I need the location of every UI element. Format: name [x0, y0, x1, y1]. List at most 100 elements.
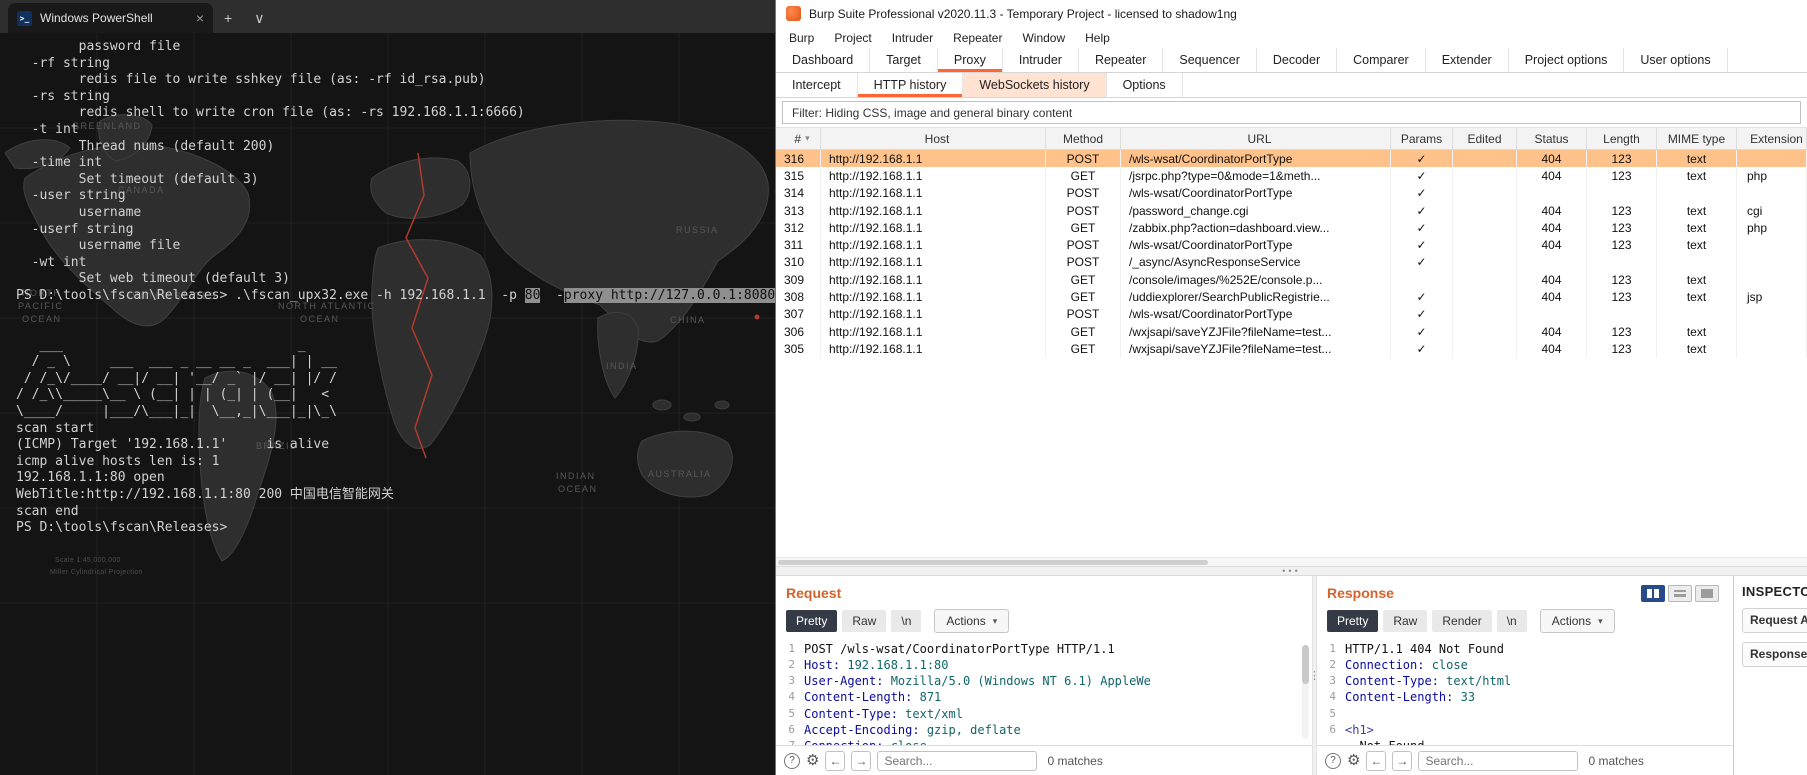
tab-dashboard[interactable]: Dashboard — [776, 48, 871, 72]
table-row[interactable]: 306 http://192.168.1.1 GET/wxjsapi/saveYZJ… — [776, 322, 1807, 341]
response-tab-render[interactable]: Render — [1432, 610, 1492, 633]
terminal-output: password file -rf string redis file to w… — [16, 39, 775, 537]
table-row[interactable]: 309 http://192.168.1.1 GET/console/images/… — [776, 271, 1807, 289]
tab-intruder[interactable]: Intruder — [1003, 48, 1079, 72]
subtab-http-history[interactable]: HTTP history — [857, 73, 964, 97]
menu-help[interactable]: Help — [1075, 27, 1120, 48]
line-number: 4 — [1329, 690, 1336, 704]
burp-window: Burp Suite Professional v2020.11.3 - Tem… — [775, 0, 1807, 775]
tab-dropdown-icon[interactable]: ∨ — [243, 3, 275, 33]
table-row[interactable]: 313 http://192.168.1.1 POST/password_chang… — [776, 201, 1807, 220]
cell-method: POST — [1046, 236, 1121, 254]
tab-comparer[interactable]: Comparer — [1337, 48, 1426, 72]
subtab-options[interactable]: Options — [1107, 73, 1183, 97]
editor-line: 1 HTTP/1.1 404 Not Found — [1317, 641, 1733, 657]
settings-gear-icon[interactable]: ⚙ — [1347, 753, 1360, 768]
menu-project[interactable]: Project — [824, 27, 881, 48]
column-header-url[interactable]: URL — [1121, 128, 1391, 149]
column-header-host[interactable]: Host — [821, 128, 1046, 149]
scrollbar-thumb[interactable] — [778, 559, 1208, 565]
terminal-tab[interactable]: >_ Windows PowerShell × — [8, 3, 213, 33]
cell-url: /console/images/%252E/console.p... — [1121, 271, 1391, 289]
layout-columns-button[interactable] — [1641, 584, 1665, 602]
cell-mime: text — [1657, 150, 1737, 168]
tab-close-icon[interactable]: × — [196, 11, 204, 25]
inspector-title: INSPECTOR — [1742, 583, 1807, 599]
response-editor[interactable]: 1 HTTP/1.1 404 Not Found 2 Connection: clos… — [1317, 641, 1733, 745]
response-tab-n[interactable]: \n — [1496, 610, 1527, 633]
menu-repeater[interactable]: Repeater — [943, 27, 1012, 48]
subtab-intercept[interactable]: Intercept — [776, 73, 858, 97]
column-header-method[interactable]: Method — [1046, 128, 1121, 149]
menu-window[interactable]: Window — [1012, 27, 1075, 48]
menu-intruder[interactable]: Intruder — [882, 27, 943, 48]
panel-splitter[interactable]: ••• — [776, 565, 1807, 576]
cell-params: ✓ — [1391, 253, 1453, 272]
tab-proxy[interactable]: Proxy — [937, 48, 1003, 72]
tab-project-options[interactable]: Project options — [1509, 48, 1625, 72]
request-panel-title: Request — [786, 585, 842, 602]
response-tab-raw[interactable]: Raw — [1383, 610, 1428, 633]
tab-extender[interactable]: Extender — [1426, 48, 1509, 72]
table-row[interactable]: 305 http://192.168.1.1 GET/wxjsapi/saveYZJ… — [776, 340, 1807, 358]
table-row[interactable]: 307 http://192.168.1.1 POST/wls-wsat/Coord… — [776, 305, 1807, 323]
table-horizontal-scrollbar[interactable] — [776, 556, 1807, 566]
cell-host: http://192.168.1.1 — [821, 340, 1046, 358]
terminal-line: -t int — [16, 121, 79, 137]
tab-user-options[interactable]: User options — [1624, 48, 1728, 72]
table-row[interactable]: 314 http://192.168.1.1 POST/wls-wsat/Coord… — [776, 184, 1807, 202]
cell-number: 307 — [776, 305, 821, 323]
search-prev-button[interactable]: ← — [825, 750, 846, 771]
request-search-input[interactable] — [877, 750, 1038, 771]
request-editor[interactable]: 1 POST /wls-wsat/CoordinatorPortType HTTP… — [776, 641, 1312, 745]
response-search-input[interactable] — [1418, 750, 1579, 771]
column-header-length[interactable]: Length — [1587, 128, 1657, 149]
tab-target[interactable]: Target — [870, 48, 938, 72]
table-row[interactable]: 310 http://192.168.1.1 POST/_async/AsyncRe… — [776, 253, 1807, 272]
menu-burp[interactable]: Burp — [779, 27, 824, 48]
tab-decoder[interactable]: Decoder — [1257, 48, 1338, 72]
cell-method: POST — [1046, 253, 1121, 272]
column-header-[interactable]: # ▾ — [776, 128, 821, 149]
request-actions-button[interactable]: Actions ▾ — [934, 609, 1010, 634]
column-header-extension[interactable]: Extension — [1737, 128, 1807, 149]
request-vertical-scrollbar[interactable] — [1302, 644, 1309, 739]
request-tab-n[interactable]: \n — [891, 610, 922, 633]
cell-number: 309 — [776, 271, 821, 289]
layout-rows-button[interactable] — [1668, 584, 1692, 602]
tab-sequencer[interactable]: Sequencer — [1163, 48, 1257, 72]
settings-gear-icon[interactable]: ⚙ — [806, 753, 819, 768]
filter-bar[interactable]: Filter: Hiding CSS, image and general bi… — [782, 101, 1801, 124]
search-prev-button[interactable]: ← — [1366, 750, 1387, 771]
table-row[interactable]: 315 http://192.168.1.1 GET/jsrpc.php?type=… — [776, 167, 1807, 185]
inspector-section-request-attributes[interactable]: Request Attributes — [1742, 607, 1807, 633]
column-header-mime-type[interactable]: MIME type — [1657, 128, 1737, 149]
new-tab-button[interactable]: + — [213, 3, 243, 33]
column-header-status[interactable]: Status — [1517, 128, 1587, 149]
request-tab-pretty[interactable]: Pretty — [786, 610, 838, 633]
line-number: 1 — [1329, 641, 1336, 655]
table-row[interactable]: 311 http://192.168.1.1 POST/wls-wsat/Coord… — [776, 236, 1807, 254]
scrollbar-thumb[interactable] — [1302, 644, 1309, 685]
response-actions-button[interactable]: Actions ▾ — [1539, 609, 1615, 634]
subtab-websockets-history[interactable]: WebSockets history — [963, 73, 1107, 97]
cell-method: POST — [1046, 150, 1121, 168]
scan-output-line: scan start — [16, 420, 95, 436]
table-row[interactable]: 316 http://192.168.1.1 POST/wls-wsat/Coord… — [776, 150, 1807, 168]
request-tab-raw[interactable]: Raw — [842, 610, 887, 633]
cell-host: http://192.168.1.1 — [821, 305, 1046, 323]
column-header-params[interactable]: Params — [1391, 128, 1453, 149]
terminal-tab-title: Windows PowerShell — [40, 11, 153, 25]
tab-repeater[interactable]: Repeater — [1079, 48, 1164, 72]
table-row[interactable]: 312 http://192.168.1.1 GET/zabbix.php?acti… — [776, 219, 1807, 237]
search-next-button[interactable]: → — [851, 750, 872, 771]
help-icon[interactable]: ? — [1325, 752, 1341, 769]
column-header-edited[interactable]: Edited — [1453, 128, 1517, 149]
help-icon[interactable]: ? — [784, 752, 800, 769]
map-label: Miller Cylindrical Projection — [50, 569, 143, 576]
table-row[interactable]: 308 http://192.168.1.1 GET/uddiexplorer/Se… — [776, 288, 1807, 306]
layout-single-button[interactable] — [1695, 584, 1719, 602]
inspector-section-response-headers[interactable]: Response Headers — [1742, 641, 1807, 667]
response-tab-pretty[interactable]: Pretty — [1327, 610, 1379, 633]
search-next-button[interactable]: → — [1392, 750, 1413, 771]
